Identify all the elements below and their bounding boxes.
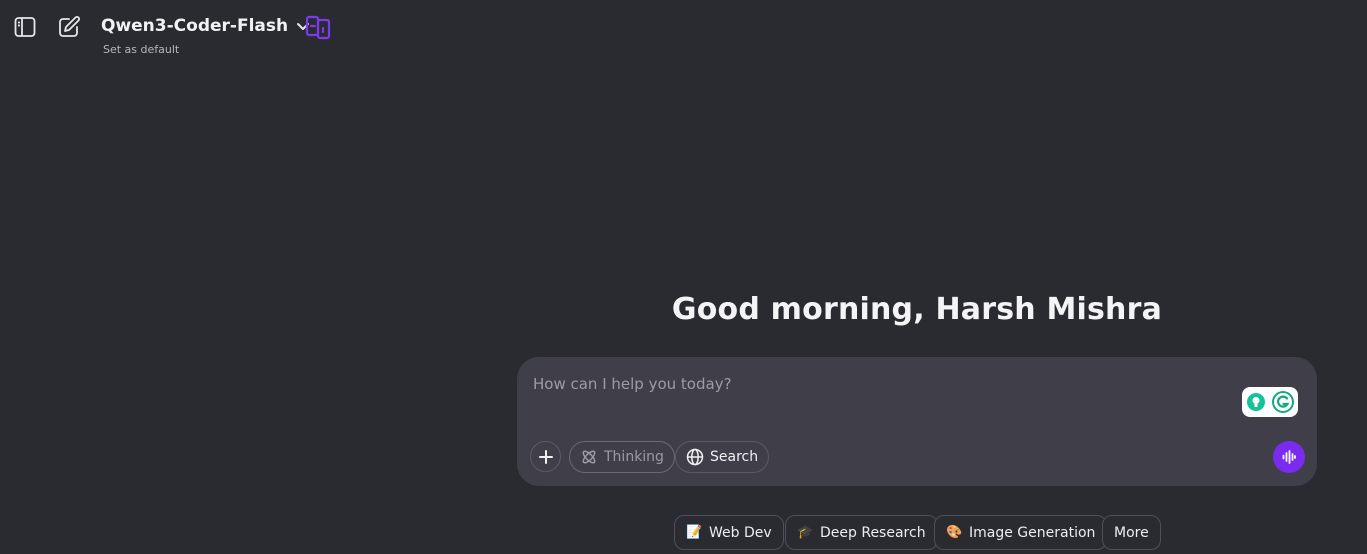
grammarly-icon[interactable] [1242, 387, 1298, 417]
set-as-default-link[interactable]: Set as default [103, 43, 179, 56]
thinking-label: Thinking [604, 449, 664, 465]
web-dev-label: Web Dev [709, 524, 772, 541]
more-label: More [1114, 524, 1149, 541]
image-generation-suggestion[interactable]: 🎨 Image Generation [934, 515, 1108, 550]
web-dev-suggestion[interactable]: 📝 Web Dev [674, 515, 784, 550]
memo-icon: 📝 [686, 525, 703, 540]
more-suggestions-button[interactable]: More [1102, 515, 1161, 550]
chat-composer: Thinking Search [517, 357, 1317, 486]
add-attachment-button[interactable] [530, 441, 561, 472]
palette-icon: 🎨 [946, 525, 963, 540]
voice-input-button[interactable] [1273, 441, 1305, 473]
search-label: Search [710, 449, 759, 465]
sidebar-toggle-icon[interactable] [11, 13, 39, 41]
thinking-toggle[interactable]: Thinking [569, 441, 675, 473]
graduation-cap-icon: 🎓 [797, 525, 814, 540]
model-name: Qwen3-Coder-Flash [101, 16, 289, 36]
search-toggle[interactable]: Search [675, 441, 770, 473]
thinking-icon [580, 448, 598, 466]
image-generation-label: Image Generation [969, 524, 1096, 541]
voice-icon [1281, 449, 1297, 465]
compare-models-icon[interactable] [304, 13, 332, 41]
message-input[interactable] [533, 375, 1233, 393]
greeting-heading: Good morning, Harsh Mishra [671, 292, 1163, 327]
deep-research-suggestion[interactable]: 🎓 Deep Research [785, 515, 938, 550]
model-selector[interactable]: Qwen3-Coder-Flash [101, 16, 310, 36]
new-chat-icon[interactable] [55, 13, 83, 41]
top-bar: Qwen3-Coder-Flash Set as default [0, 0, 1367, 64]
deep-research-label: Deep Research [820, 524, 926, 541]
plus-icon [538, 449, 554, 465]
globe-icon [686, 448, 704, 466]
suggestion-chips: 📝 Web Dev 🎓 Deep Research 🎨 Image Genera… [0, 515, 1367, 550]
